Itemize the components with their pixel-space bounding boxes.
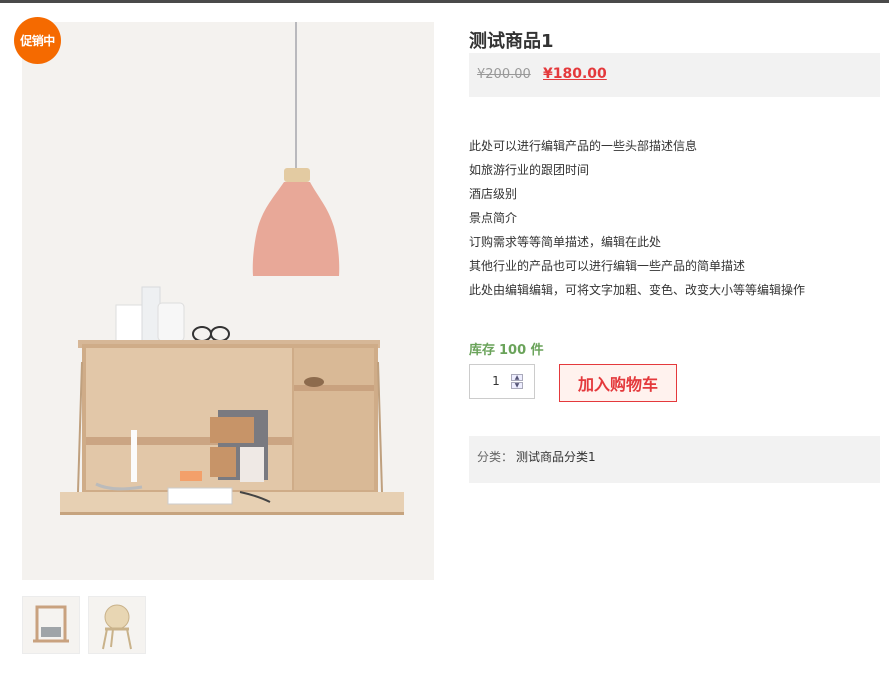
original-price: ¥200.00 — [477, 67, 531, 82]
sale-price[interactable]: ¥180.00 — [543, 66, 607, 82]
quantity-stepper[interactable]: 1 ▲ ▼ — [469, 364, 535, 399]
description-line: 酒店级别 — [469, 187, 518, 201]
description-line: 此处由编辑编辑，可将文字加粗、变色、改变大小等等编辑操作 — [469, 283, 806, 297]
description-line: 订购需求等等简单描述，编辑在此处 — [469, 235, 662, 249]
thumbnail-shelf[interactable] — [22, 596, 80, 654]
product-title: 测试商品1 — [469, 31, 554, 52]
product-description: 此处可以进行编辑产品的一些头部描述信息 如旅游行业的跟团时间 酒店级别 景点简介… — [469, 134, 805, 302]
price-box: ¥200.00 ¥180.00 — [469, 53, 880, 97]
description-line: 此处可以进行编辑产品的一些头部描述信息 — [469, 139, 698, 153]
quantity-input[interactable]: 1 — [482, 374, 510, 388]
stock-value: 100 件 — [499, 343, 544, 358]
stepper-buttons: ▲ ▼ — [511, 374, 524, 390]
stock-label: 库存 — [469, 343, 496, 358]
chair-thumbnail-image — [89, 597, 145, 653]
add-to-cart-button[interactable]: 加入购物车 — [559, 364, 677, 402]
thumbnail-chair[interactable] — [88, 596, 146, 654]
shelf-thumbnail-image — [23, 597, 79, 653]
stock-info: 库存 100 件 — [469, 339, 544, 358]
desk-lamp-illustration — [22, 22, 434, 580]
top-bar — [0, 0, 889, 3]
increment-button[interactable]: ▲ — [511, 374, 523, 381]
category-box: 分类： 测试商品分类1 — [469, 436, 880, 483]
category-link[interactable]: 测试商品分类1 — [516, 448, 596, 465]
promo-badge: 促销中 — [14, 17, 61, 64]
description-line: 其他行业的产品也可以进行编辑一些产品的简单描述 — [469, 259, 746, 273]
category-label: 分类： — [477, 450, 514, 464]
decrement-button[interactable]: ▼ — [511, 382, 523, 389]
description-line: 如旅游行业的跟团时间 — [469, 163, 590, 177]
product-main-image[interactable] — [22, 22, 434, 580]
description-line: 景点简介 — [469, 211, 518, 225]
